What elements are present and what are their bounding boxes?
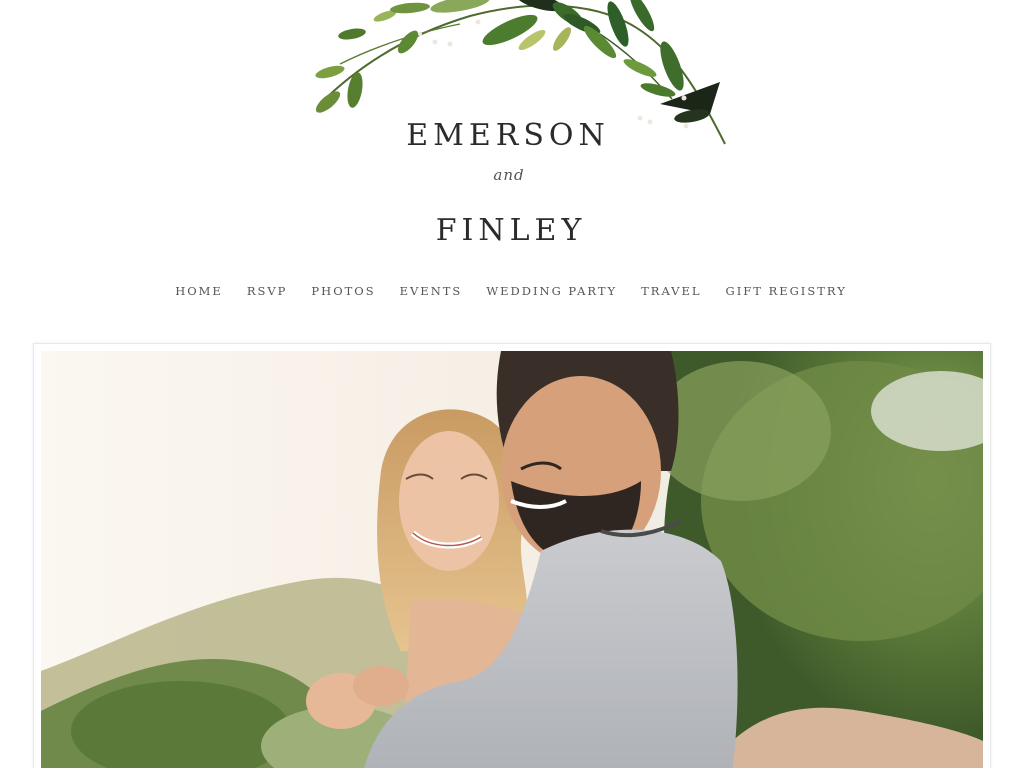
main-nav: HOME RSVP PHOTOS EVENTS WEDDING PARTY TR… — [0, 284, 1022, 298]
nav-item-rsvp[interactable]: RSVP — [235, 284, 300, 298]
couple-second-name: FINLEY — [435, 213, 587, 248]
site-header: EMERSON and FINLEY HOME RSVP PHOTOS EVEN… — [0, 0, 1024, 330]
nav-item-home[interactable]: HOME — [163, 284, 235, 298]
nav-item-wedding-party[interactable]: WEDDING PARTY — [474, 284, 629, 298]
couple-first-name: EMERSON — [406, 118, 610, 153]
nav-item-travel[interactable]: TRAVEL — [629, 284, 713, 298]
couple-photo-image — [41, 351, 983, 768]
couple-conjunction: and — [493, 166, 525, 184]
nav-item-gift-registry[interactable]: GIFT REGISTRY — [714, 284, 859, 298]
nav-item-events[interactable]: EVENTS — [388, 284, 475, 298]
hero-photo-frame — [33, 343, 991, 768]
nav-item-photos[interactable]: PHOTOS — [299, 284, 387, 298]
hero-photo — [41, 351, 983, 768]
